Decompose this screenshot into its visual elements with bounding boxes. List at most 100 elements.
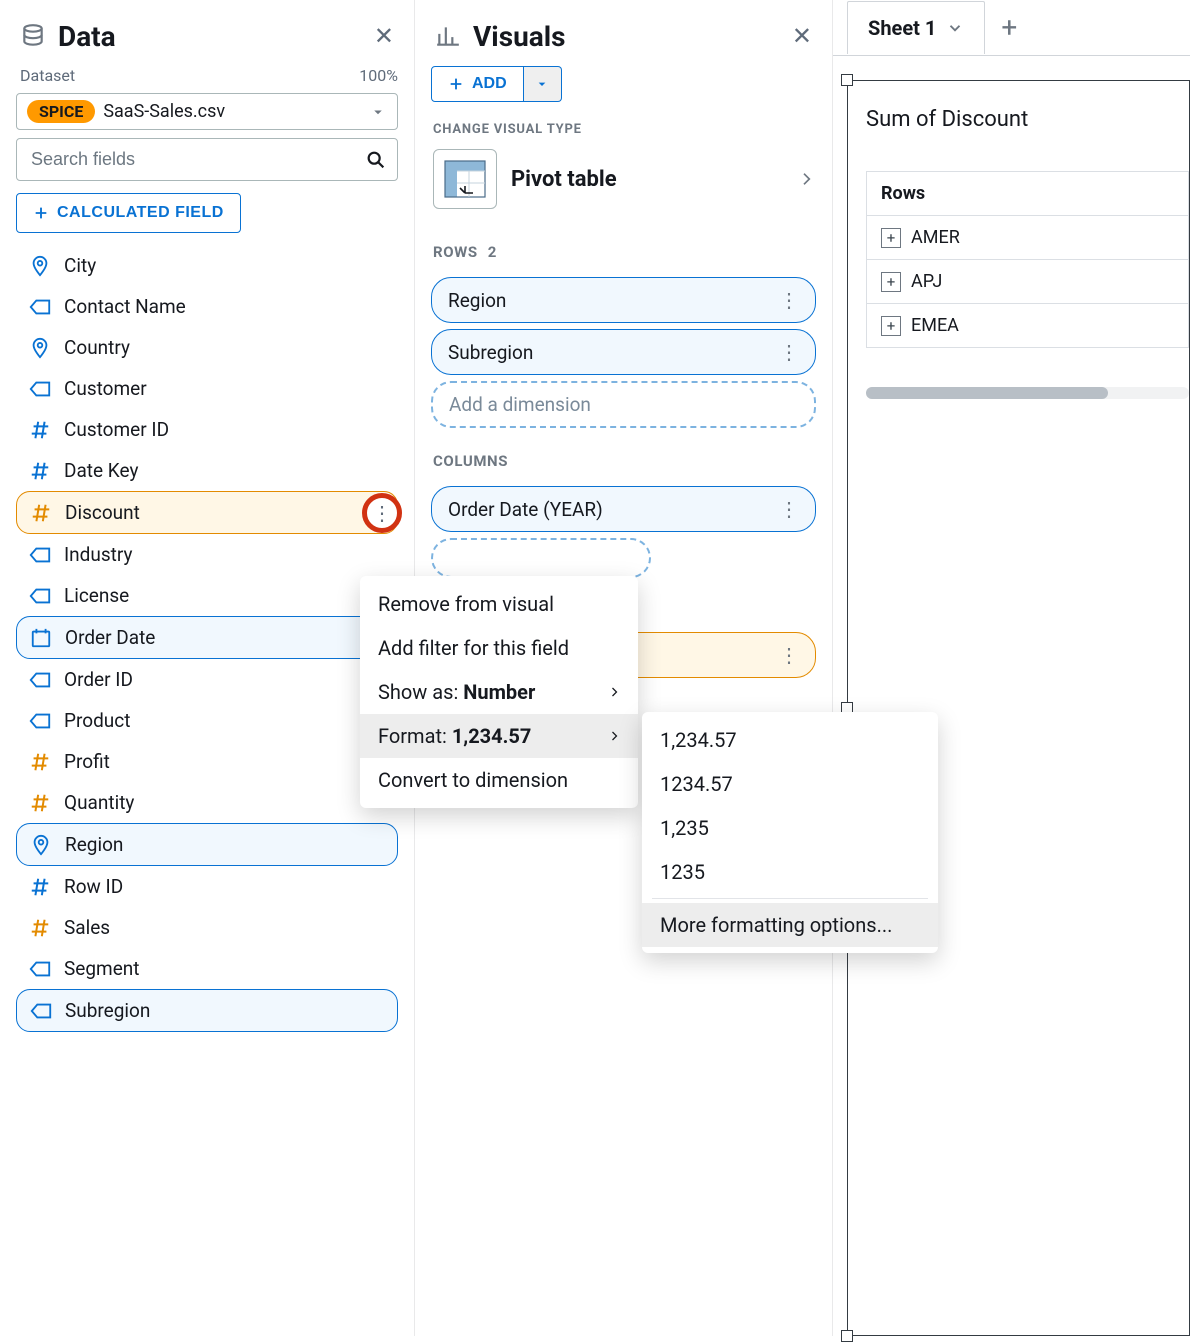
rows-placeholder[interactable]: Add a dimension: [431, 381, 816, 428]
field-item-city[interactable]: City: [16, 245, 398, 286]
field-item-order-date[interactable]: Order Date: [16, 616, 398, 659]
format-option[interactable]: 1234.57: [642, 762, 938, 806]
pivot-header: Rows: [867, 172, 1188, 216]
chevron-down-icon: [369, 103, 387, 121]
field-label: Quantity: [64, 791, 134, 814]
tag-icon: [28, 670, 52, 690]
field-item-product[interactable]: Product: [16, 700, 398, 741]
field-label: Contact Name: [64, 295, 186, 318]
more-formatting-options[interactable]: More formatting options...: [642, 903, 938, 947]
tag-icon: [29, 1001, 53, 1021]
columns-placeholder[interactable]: [431, 538, 651, 578]
expand-icon[interactable]: +: [881, 272, 901, 292]
rows-pill-subregion[interactable]: Subregion ⋮: [431, 329, 816, 375]
field-item-contact-name[interactable]: Contact Name: [16, 286, 398, 327]
format-option[interactable]: 1,234.57: [642, 718, 938, 762]
field-kebab-highlight[interactable]: ⋮: [362, 493, 402, 533]
columns-label: COLUMNS: [433, 452, 508, 470]
pivot-row[interactable]: +AMER: [867, 216, 1188, 260]
resize-handle[interactable]: [841, 74, 853, 86]
separator: [652, 898, 928, 899]
menu-item-label: Show as: Number: [378, 680, 535, 704]
menu-item-label: More formatting options...: [660, 913, 892, 937]
field-item-profit[interactable]: Profit: [16, 741, 398, 782]
field-item-customer[interactable]: Customer: [16, 368, 398, 409]
field-item-license[interactable]: License: [16, 575, 398, 616]
rows-count: 2: [488, 243, 497, 261]
expand-icon[interactable]: +: [881, 316, 901, 336]
menu-item[interactable]: Convert to dimension: [360, 758, 638, 802]
columns-pill-orderdate[interactable]: Order Date (YEAR) ⋮: [431, 486, 816, 532]
calculated-field-label: CALCULATED FIELD: [57, 204, 224, 222]
pin-icon: [28, 337, 52, 359]
field-item-region[interactable]: Region: [16, 823, 398, 866]
field-label: Industry: [64, 543, 132, 566]
field-label: Discount: [65, 501, 140, 524]
format-option[interactable]: 1,235: [642, 806, 938, 850]
format-option-label: 1,235: [660, 816, 709, 840]
visual-type-selector[interactable]: Pivot table: [427, 145, 820, 225]
kebab-icon[interactable]: ⋮: [779, 288, 799, 312]
hash-icon: [28, 876, 52, 898]
hash-icon: [29, 502, 53, 524]
field-item-quantity[interactable]: Quantity: [16, 782, 398, 823]
menu-item[interactable]: Remove from visual: [360, 582, 638, 626]
add-sheet-button[interactable]: +: [985, 11, 1033, 44]
scrollbar-thumb[interactable]: [866, 387, 1108, 399]
menu-item[interactable]: Format: 1,234.57: [360, 714, 638, 758]
dataset-select[interactable]: SPICE SaaS-Sales.csv: [16, 93, 398, 130]
field-label: Profit: [64, 750, 110, 773]
search-icon[interactable]: [365, 149, 387, 171]
add-visual-dropdown[interactable]: [524, 66, 562, 102]
menu-item[interactable]: Show as: Number: [360, 670, 638, 714]
kebab-icon[interactable]: ⋮: [779, 497, 799, 521]
visual-canvas[interactable]: Sum of Discount Rows +AMER+APJ+EMEA: [847, 80, 1190, 1336]
field-item-customer-id[interactable]: Customer ID: [16, 409, 398, 450]
horizontal-scrollbar[interactable]: [866, 387, 1189, 399]
pivot-table-icon: [433, 149, 497, 209]
field-item-discount[interactable]: Discount⋮: [16, 491, 398, 534]
field-item-date-key[interactable]: Date Key: [16, 450, 398, 491]
field-item-country[interactable]: Country: [16, 327, 398, 368]
calculated-field-button[interactable]: CALCULATED FIELD: [16, 193, 241, 233]
spice-badge: SPICE: [27, 100, 95, 123]
hash-icon: [28, 419, 52, 441]
search-fields: [16, 138, 398, 181]
tag-icon: [28, 586, 52, 606]
field-label: Sales: [64, 916, 110, 939]
field-item-order-id[interactable]: Order ID: [16, 659, 398, 700]
kebab-icon[interactable]: ⋮: [779, 643, 799, 667]
field-item-segment[interactable]: Segment: [16, 948, 398, 989]
field-label: License: [64, 584, 129, 607]
chevron-down-icon[interactable]: [946, 19, 964, 37]
visual-title[interactable]: Sum of Discount: [866, 107, 1028, 132]
field-item-sales[interactable]: Sales: [16, 907, 398, 948]
format-option[interactable]: 1235: [642, 850, 938, 894]
menu-item-label: Convert to dimension: [378, 768, 568, 792]
pivot-row[interactable]: +EMEA: [867, 304, 1188, 348]
zoom-level: 100%: [359, 66, 398, 85]
format-option-label: 1234.57: [660, 772, 733, 796]
field-item-subregion[interactable]: Subregion: [16, 989, 398, 1032]
tab-sheet1[interactable]: Sheet 1: [847, 1, 985, 54]
expand-icon[interactable]: +: [881, 228, 901, 248]
hash-icon: [28, 460, 52, 482]
data-panel: Data ✕ Dataset 100% SPICE SaaS-Sales.csv…: [0, 0, 415, 1336]
menu-item[interactable]: Add filter for this field: [360, 626, 638, 670]
pill-label: Subregion: [448, 341, 533, 364]
rows-pill-region[interactable]: Region ⋮: [431, 277, 816, 323]
search-input[interactable]: [27, 139, 365, 180]
field-item-industry[interactable]: Industry: [16, 534, 398, 575]
add-visual-label: ADD: [472, 75, 507, 93]
pivot-row[interactable]: +APJ: [867, 260, 1188, 304]
field-item-row-id[interactable]: Row ID: [16, 866, 398, 907]
tab-label: Sheet 1: [868, 16, 936, 40]
close-icon[interactable]: ✕: [374, 22, 394, 50]
close-icon[interactable]: ✕: [792, 22, 812, 50]
add-visual-button[interactable]: ADD: [431, 66, 524, 102]
visuals-panel-title: Visuals: [473, 20, 780, 53]
placeholder-label: Add a dimension: [449, 393, 591, 416]
resize-handle[interactable]: [841, 1330, 853, 1342]
dataset-label: Dataset: [20, 66, 75, 85]
kebab-icon[interactable]: ⋮: [779, 340, 799, 364]
